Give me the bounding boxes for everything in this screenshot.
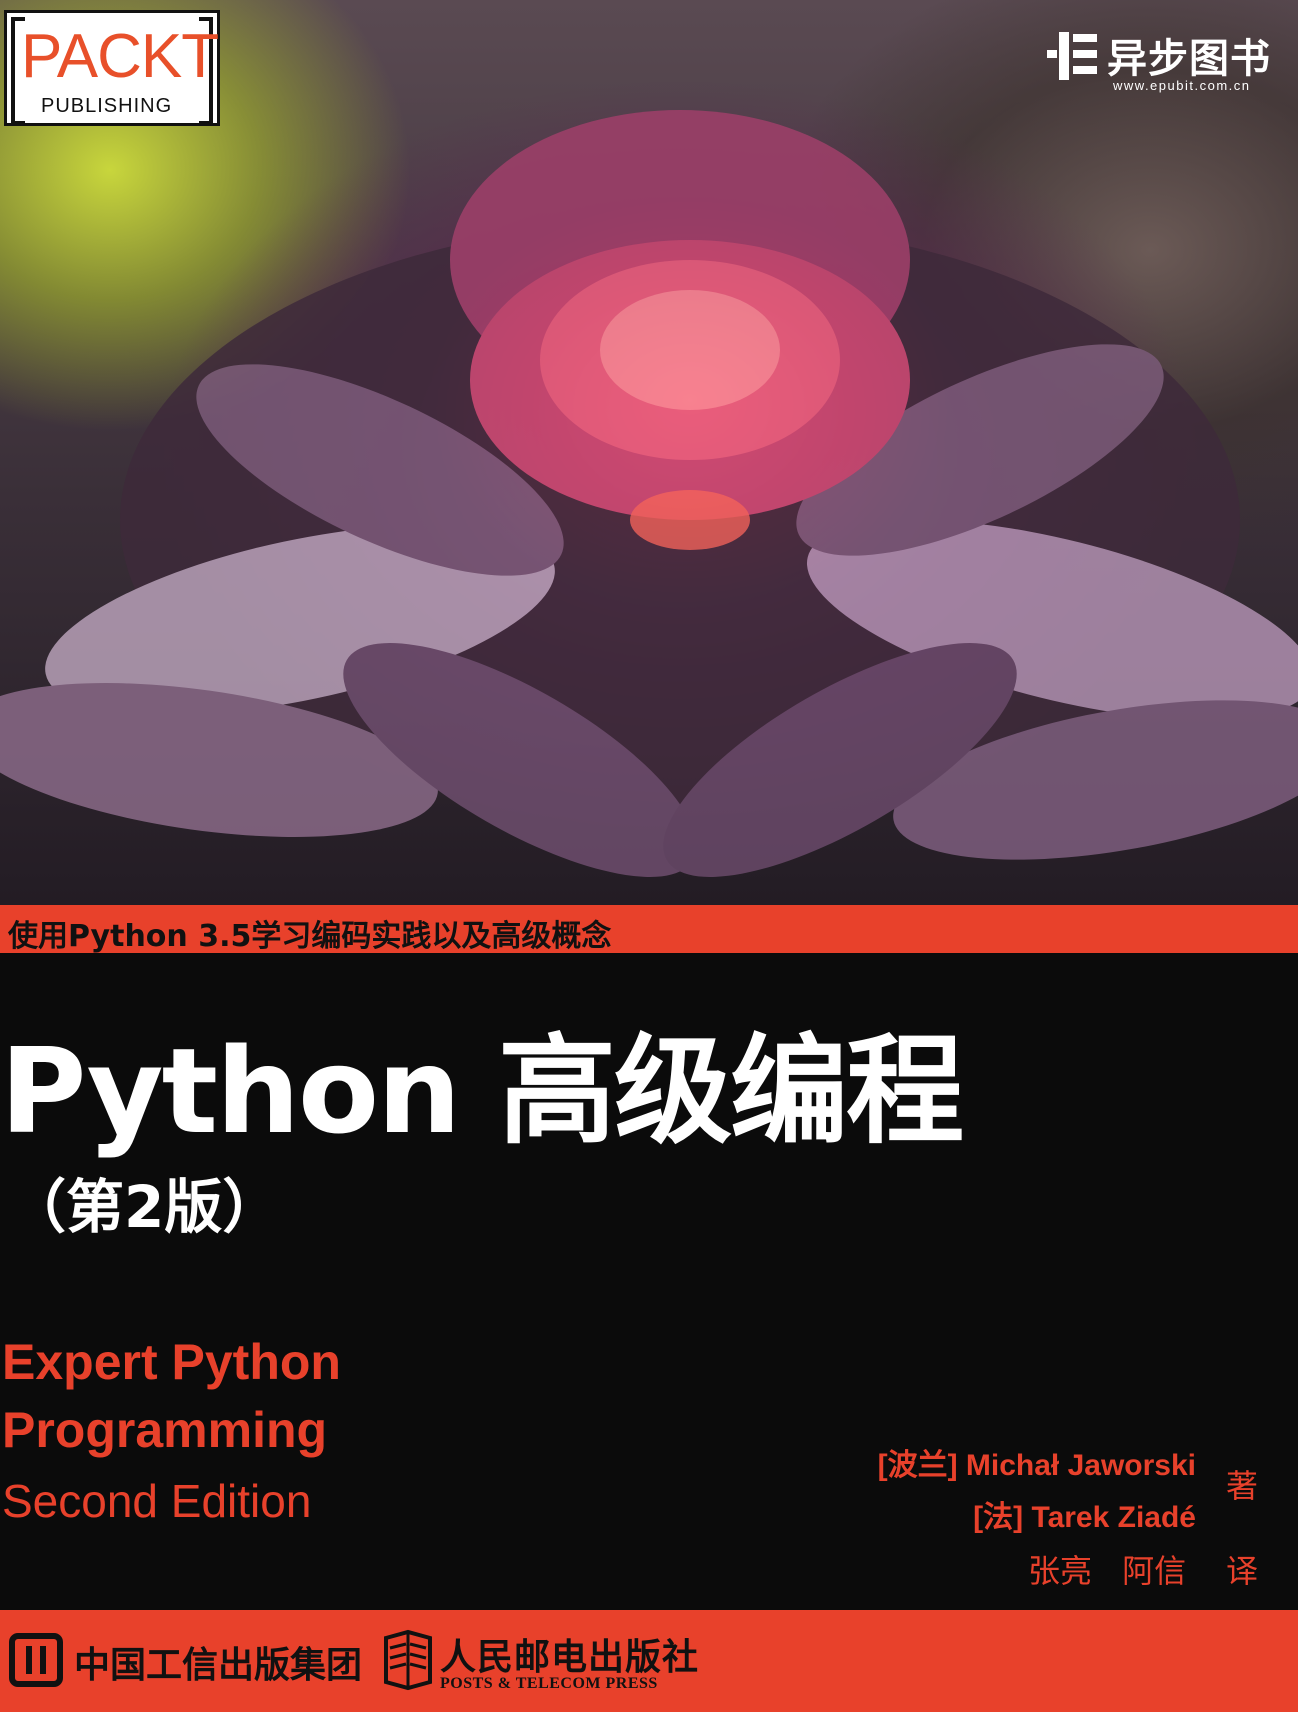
- footer-bar: 中国工信出版集团 人民邮电出版社 POSTS & TELECOM PRESS: [0, 1610, 1298, 1712]
- english-edition: Second Edition: [2, 1475, 312, 1527]
- english-title-line2: Programming: [2, 1402, 328, 1458]
- book-title: Python 高级编程: [0, 1022, 964, 1160]
- imprint-name: 异步图书: [1107, 36, 1271, 82]
- packt-logo-word: PACKT: [21, 22, 219, 91]
- publishing-group-name: 中国工信出版集团: [74, 1644, 363, 1686]
- group-logo-icon: [9, 1633, 63, 1687]
- succulent-flower-illustration: [0, 110, 1298, 877]
- english-title: Expert Python Programming: [2, 1328, 341, 1464]
- translator-names: 张亮 阿信: [1028, 1552, 1187, 1590]
- imprint-url: www.epubit.com.cn: [1113, 78, 1251, 93]
- packt-publishing-logo: PACKT PUBLISHING: [4, 10, 220, 126]
- author-name: [波兰] Michał Jaworski: [877, 1449, 1196, 1482]
- cover-photo: [0, 0, 1298, 905]
- epubit-imprint-logo: 异步图书 www.epubit.com.cn: [1045, 22, 1285, 100]
- packt-logo-sub: PUBLISHING: [41, 95, 173, 117]
- author-list: [波兰] Michał Jaworski [法] Tarek Ziadé: [878, 1440, 1196, 1544]
- author-name: [法] Tarek Ziadé: [973, 1501, 1196, 1534]
- press-name-english: POSTS & TELECOM PRESS: [440, 1675, 658, 1692]
- author-role: 著: [1226, 1467, 1259, 1505]
- tagline-bar: 使用Python 3.5学习编码实践以及高级概念: [0, 905, 1298, 954]
- press-name: 人民邮电出版社: [440, 1636, 700, 1678]
- english-title-line1: Expert Python: [2, 1334, 341, 1390]
- epubit-mark-icon: [1047, 32, 1097, 80]
- translator-role: 译: [1226, 1552, 1259, 1590]
- ptp-logo-icon: [384, 1629, 432, 1691]
- tagline-text: 使用Python 3.5学习编码实践以及高级概念: [8, 919, 612, 954]
- edition-label: （第2版）: [8, 1173, 281, 1241]
